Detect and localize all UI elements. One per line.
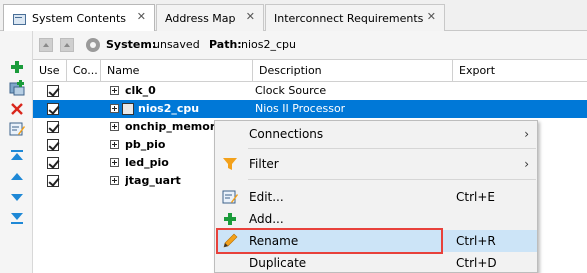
- menu-item-label: Connections: [249, 127, 324, 141]
- menu-item-label: Duplicate: [249, 256, 307, 270]
- menu-item-label: Edit...: [249, 190, 284, 204]
- move-down-icon: [11, 194, 23, 201]
- path-label: Path:: [209, 38, 242, 51]
- move-up-button[interactable]: [9, 169, 25, 185]
- collapse-up-icon[interactable]: [39, 38, 53, 52]
- menu-item-shortcut: Ctrl+D: [456, 256, 497, 270]
- close-icon[interactable]: ✕: [427, 10, 436, 23]
- move-to-top-button[interactable]: [9, 148, 25, 164]
- component-name: pb_pio: [125, 138, 166, 151]
- system-gear-icon[interactable]: [86, 38, 100, 52]
- subsystem-icon: [9, 80, 25, 96]
- menu-item-add[interactable]: Add...: [216, 208, 537, 230]
- component-name: jtag_uart: [125, 174, 181, 187]
- component-description: Nios II Processor: [255, 102, 346, 115]
- column-header-description[interactable]: Description: [253, 60, 453, 82]
- menu-item-label: Filter: [249, 157, 279, 171]
- menu-item-shortcut: Ctrl+E: [456, 190, 495, 204]
- use-checkbox[interactable]: [47, 157, 59, 169]
- use-checkbox[interactable]: [47, 175, 59, 187]
- menu-separator: [248, 148, 536, 149]
- add-component-button[interactable]: [9, 59, 25, 75]
- table-row-selected[interactable]: nios2_cpu Nios II Processor: [33, 100, 587, 118]
- scroll-up-icon[interactable]: [60, 38, 74, 52]
- tab-label: Address Map: [165, 11, 236, 25]
- column-header-export[interactable]: Export: [453, 60, 587, 82]
- module-icon: [122, 103, 134, 115]
- component-name: onchip_memory: [125, 120, 223, 133]
- edit-icon: [222, 189, 238, 205]
- expand-icon[interactable]: [110, 140, 119, 149]
- menu-item-duplicate[interactable]: Duplicate Ctrl+D: [216, 252, 537, 273]
- expand-icon[interactable]: [110, 122, 119, 131]
- menu-item-connections[interactable]: Connections ›: [216, 123, 537, 145]
- table-row[interactable]: clk_0 Clock Source: [33, 82, 587, 100]
- system-value: unsaved: [153, 38, 200, 51]
- menu-separator: [248, 179, 536, 180]
- component-name: clk_0: [125, 84, 156, 97]
- expand-icon[interactable]: [110, 104, 119, 113]
- menu-item-edit[interactable]: Edit... Ctrl+E: [216, 186, 537, 208]
- plus-icon: [222, 211, 238, 227]
- component-description: Clock Source: [255, 84, 327, 97]
- column-header-use[interactable]: Use: [33, 60, 67, 82]
- remove-icon: [11, 103, 23, 115]
- expand-icon[interactable]: [110, 86, 119, 95]
- close-icon[interactable]: ✕: [246, 10, 255, 23]
- filter-icon: [222, 156, 238, 172]
- use-checkbox[interactable]: [47, 121, 59, 133]
- tab-system-contents[interactable]: System Contents ✕: [3, 4, 155, 32]
- system-label: System:: [106, 38, 157, 51]
- move-down-button[interactable]: [9, 189, 25, 205]
- path-value: nios2_cpu: [241, 38, 296, 51]
- menu-item-shortcut: Ctrl+R: [456, 234, 496, 248]
- menu-item-label: Add...: [249, 212, 284, 226]
- path-bar: System: unsaved Path: nios2_cpu: [33, 31, 587, 59]
- close-icon[interactable]: ✕: [137, 10, 146, 23]
- edit-component-button[interactable]: [9, 121, 25, 137]
- component-name: nios2_cpu: [138, 102, 200, 115]
- expand-icon[interactable]: [110, 158, 119, 167]
- add-subsystem-button[interactable]: [9, 80, 25, 96]
- move-to-bottom-button[interactable]: [9, 210, 25, 226]
- tab-bar: System Contents ✕ Address Map ✕ Intercon…: [0, 0, 587, 32]
- tab-interconnect-requirements[interactable]: Interconnect Requirements ✕: [265, 4, 445, 31]
- column-header-name[interactable]: Name: [101, 60, 253, 82]
- expand-icon[interactable]: [110, 176, 119, 185]
- column-header-connections[interactable]: Co...: [67, 60, 101, 82]
- remove-component-button[interactable]: [9, 101, 25, 117]
- plus-icon: [11, 61, 23, 73]
- move-to-bottom-icon: [11, 213, 23, 224]
- component-name: led_pio: [125, 156, 169, 169]
- use-checkbox[interactable]: [47, 85, 59, 97]
- submenu-arrow-icon: ›: [524, 157, 529, 171]
- submenu-arrow-icon: ›: [524, 127, 529, 141]
- tab-address-map[interactable]: Address Map ✕: [156, 4, 264, 31]
- move-up-icon: [11, 173, 23, 180]
- system-contents-icon: [12, 13, 26, 25]
- edit-icon: [9, 122, 25, 136]
- tab-label: Interconnect Requirements: [274, 11, 424, 25]
- rename-callout-box: [216, 228, 443, 254]
- move-to-top-icon: [11, 150, 23, 160]
- table-header: Use Co... Name Description Export: [33, 59, 587, 82]
- use-checkbox[interactable]: [47, 103, 59, 115]
- left-toolbar: [0, 31, 33, 273]
- tab-label: System Contents: [32, 12, 126, 25]
- menu-item-filter[interactable]: Filter ›: [216, 153, 537, 175]
- use-checkbox[interactable]: [47, 139, 59, 151]
